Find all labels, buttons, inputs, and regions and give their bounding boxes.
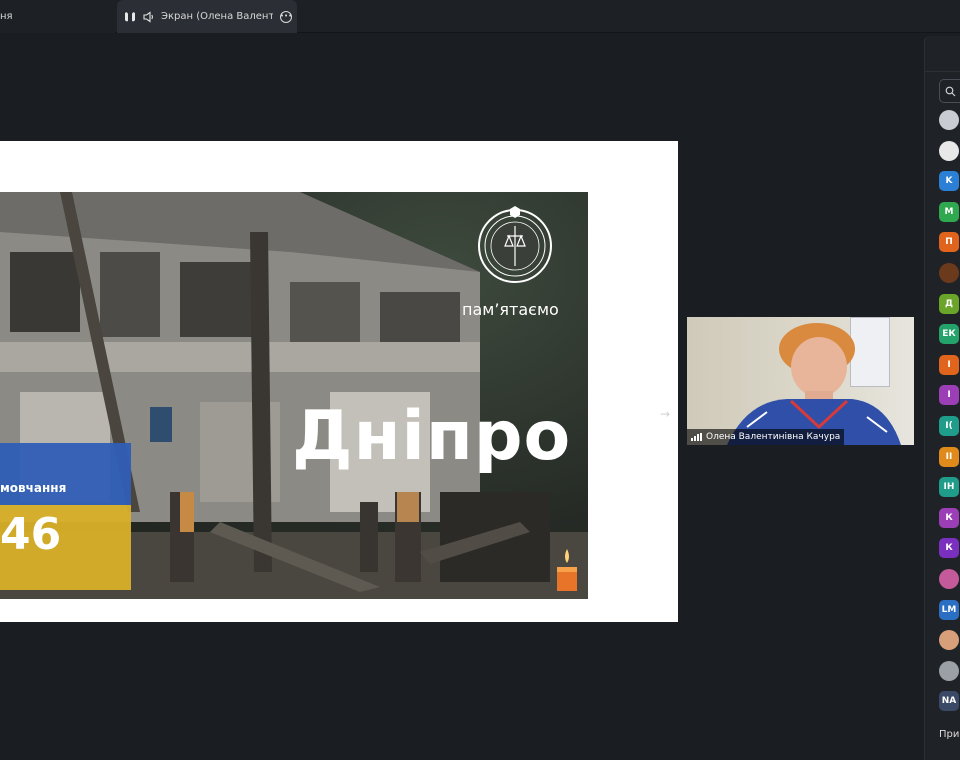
participant-avatar-photo[interactable] bbox=[939, 263, 959, 283]
participant-avatar[interactable]: І bbox=[939, 385, 959, 406]
memorial-photo: пам’ятаємо Дніпро мовчання 46 bbox=[0, 192, 588, 599]
participant-video-tile[interactable]: Олена Валентинівна Качура bbox=[687, 317, 914, 445]
participant-avatar-photo[interactable] bbox=[939, 140, 959, 161]
flag-number: 46 bbox=[0, 509, 62, 560]
participant-avatar[interactable]: LM bbox=[939, 599, 959, 620]
tab-screen-share-label: Экран (Олена Валентинівна bbox=[161, 11, 273, 22]
participant-avatar[interactable]: П bbox=[939, 232, 959, 253]
participant-avatar[interactable]: К bbox=[939, 538, 959, 559]
participant-avatar[interactable]: ЕК bbox=[939, 324, 959, 345]
participant-avatar[interactable]: К bbox=[939, 507, 959, 528]
ukraine-flag-banner: мовчання 46 bbox=[0, 443, 131, 590]
participant-avatar-photo[interactable] bbox=[939, 630, 959, 651]
tab-previous[interactable]: ня bbox=[0, 0, 115, 33]
participant-avatar[interactable]: І bbox=[939, 354, 959, 375]
participant-avatar-photo[interactable] bbox=[939, 660, 959, 681]
tab-bar: ня Экран (Олена Валентинівна ••• bbox=[0, 0, 960, 33]
shared-screen: пам’ятаємо Дніпро мовчання 46 bbox=[0, 141, 678, 622]
flag-label: мовчання bbox=[0, 481, 67, 495]
tab-previous-label: ня bbox=[0, 11, 13, 22]
city-title: Дніпро bbox=[292, 397, 572, 476]
participant-avatar-photo[interactable] bbox=[939, 569, 959, 589]
remember-text: пам’ятаємо bbox=[462, 300, 559, 319]
participant-avatar[interactable]: K bbox=[939, 171, 959, 192]
tab-screen-share[interactable]: Экран (Олена Валентинівна ••• bbox=[117, 0, 297, 33]
participant-avatar[interactable]: NA bbox=[939, 691, 959, 712]
participant-avatar[interactable]: II bbox=[939, 446, 959, 467]
participant-name: Олена Валентинівна Качура bbox=[706, 432, 841, 442]
candle-icon bbox=[556, 547, 578, 591]
participant-video-image bbox=[727, 323, 901, 445]
signal-strength-icon bbox=[691, 433, 702, 441]
invite-button[interactable]: Приг bbox=[939, 729, 960, 740]
participant-search[interactable] bbox=[939, 79, 960, 103]
search-icon bbox=[945, 86, 956, 96]
participant-avatar[interactable]: M bbox=[939, 201, 959, 222]
share-screen-icon bbox=[123, 10, 137, 24]
participant-avatar[interactable]: ІН bbox=[939, 477, 959, 498]
court-emblem-logo bbox=[476, 206, 554, 292]
next-arrow-icon[interactable]: → bbox=[658, 407, 672, 421]
flag-blue-stripe bbox=[0, 443, 131, 505]
participant-name-bar: Олена Валентинівна Качура bbox=[687, 429, 845, 445]
participants-panel: KMП Д ЕК ІІ І( II ІН КК LM NA Приг bbox=[924, 36, 960, 760]
participant-avatar[interactable]: І( bbox=[939, 416, 959, 436]
participant-avatar-photo[interactable] bbox=[939, 110, 959, 130]
panel-header bbox=[925, 36, 960, 72]
speaker-icon bbox=[142, 10, 156, 24]
participant-avatar[interactable]: Д bbox=[939, 293, 959, 314]
more-icon[interactable]: ••• bbox=[280, 10, 292, 23]
